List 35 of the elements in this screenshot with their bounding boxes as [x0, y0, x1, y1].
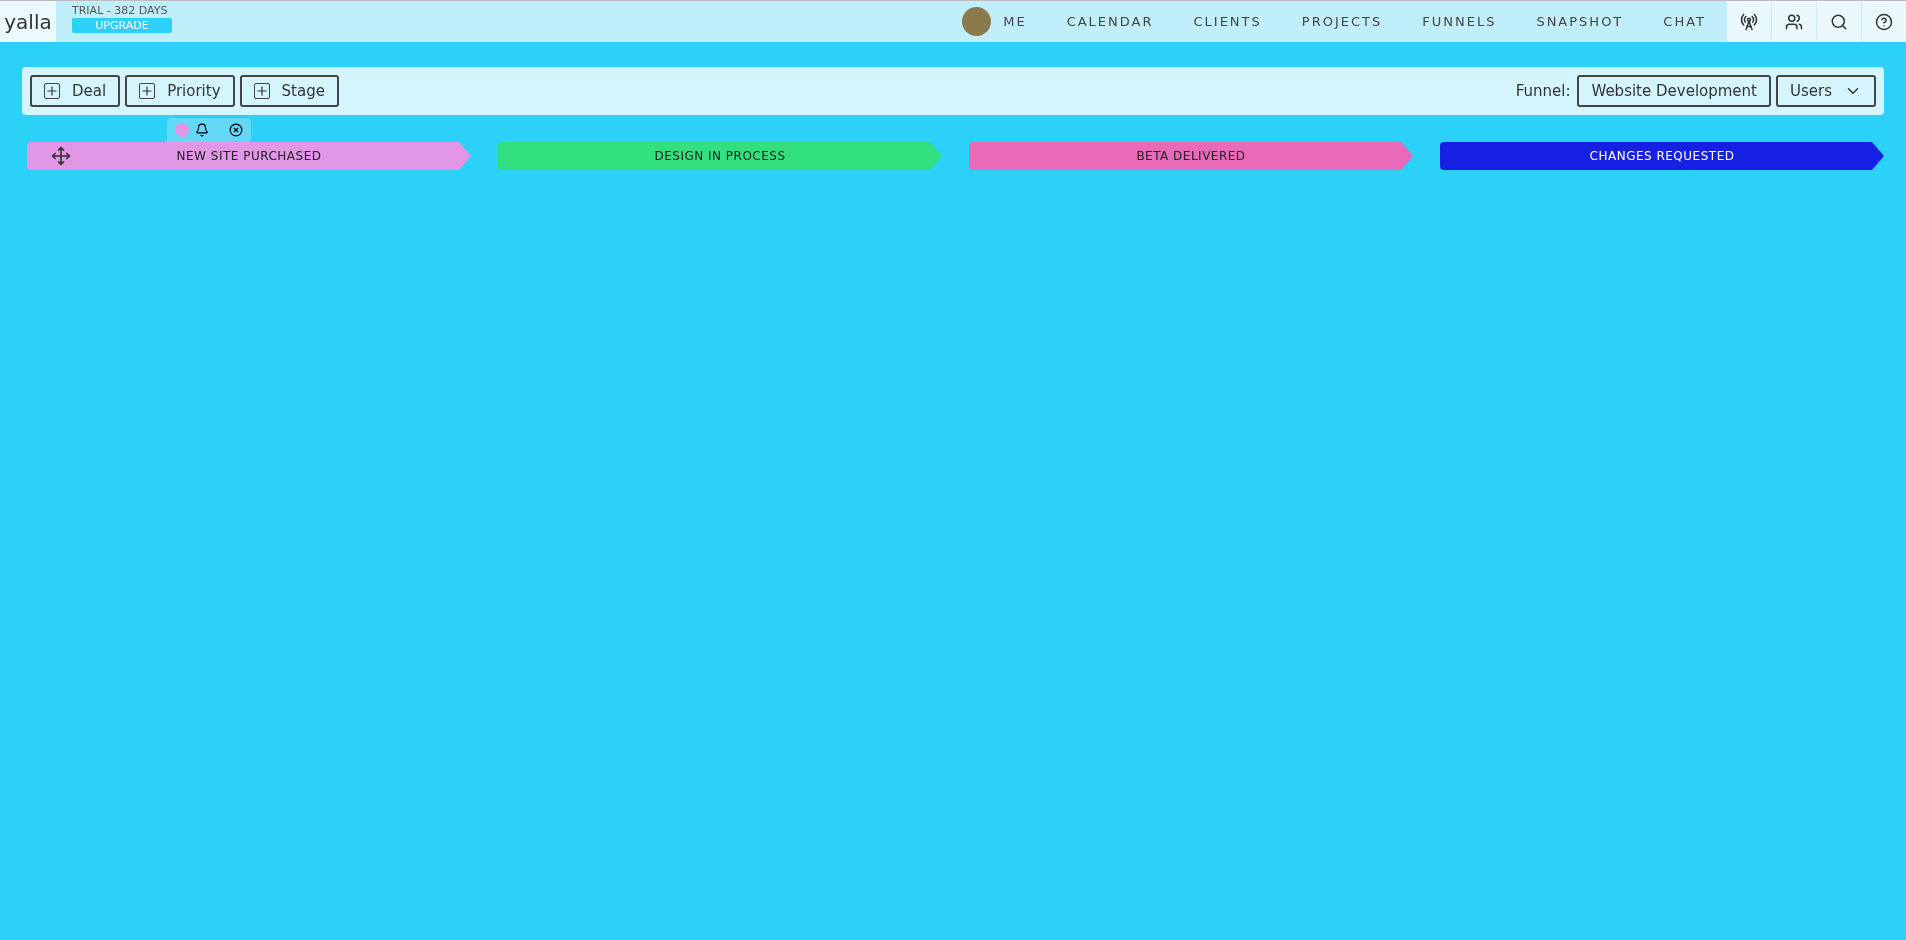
avatar[interactable]: [962, 7, 992, 36]
stage-header[interactable]: BETA DELIVERED: [969, 142, 1413, 170]
nav-link[interactable]: CALENDAR: [1046, 14, 1174, 29]
antenna-icon[interactable]: [1740, 12, 1758, 31]
nav-link[interactable]: CLIENTS: [1173, 14, 1282, 29]
people-icon[interactable]: [1785, 12, 1803, 31]
search-icon[interactable]: [1830, 12, 1848, 31]
nav-link[interactable]: FUNNELS: [1402, 14, 1517, 29]
plus-icon[interactable]: [139, 83, 156, 99]
help-button[interactable]: [1861, 1, 1906, 42]
users-dropdown[interactable]: Users: [1776, 75, 1876, 107]
bell-icon[interactable]: [195, 123, 209, 137]
search-button[interactable]: [1816, 1, 1861, 42]
yalla-logo[interactable]: yalla: [0, 1, 56, 42]
stage-header[interactable]: CHANGES REQUESTED: [1440, 142, 1884, 170]
people-button[interactable]: [1771, 1, 1816, 42]
plus-icon[interactable]: [253, 83, 270, 99]
trial-days-text: TRIAL - 382 DAYS: [72, 4, 169, 17]
nav-link[interactable]: PROJECTS: [1281, 14, 1403, 29]
plus-icon[interactable]: [44, 83, 60, 99]
nav-link[interactable]: ME: [991, 14, 1047, 29]
stage-header[interactable]: DESIGN IN PROCESS: [498, 142, 942, 170]
add-button[interactable]: Deal: [30, 75, 121, 107]
color-dot[interactable]: [175, 123, 189, 137]
help-icon[interactable]: [1875, 12, 1893, 31]
close-icon[interactable]: [229, 123, 243, 137]
move-icon[interactable]: [51, 146, 71, 166]
add-button[interactable]: Priority: [125, 75, 235, 107]
antenna-button[interactable]: [1726, 1, 1771, 42]
add-button[interactable]: Stage: [239, 75, 339, 107]
stage-header[interactable]: NEW SITE PURCHASED: [27, 142, 471, 170]
funnel-label: Funnel:: [1515, 82, 1571, 100]
funnel-button[interactable]: Website Development: [1577, 75, 1771, 107]
nav-link[interactable]: CHAT: [1643, 14, 1726, 29]
nav-link[interactable]: SNAPSHOT: [1516, 14, 1644, 29]
